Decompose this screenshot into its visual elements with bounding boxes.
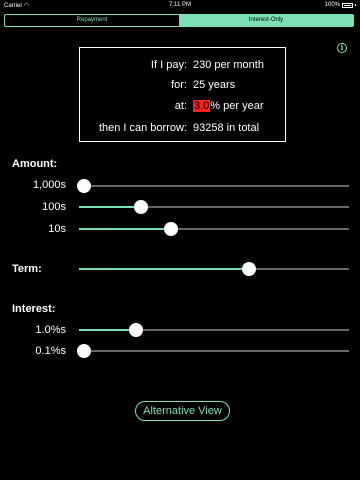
for-label: for: <box>171 79 187 91</box>
term-heading: Term: <box>12 263 42 275</box>
amount-tens-slider[interactable] <box>79 222 349 236</box>
tab-interest-only[interactable]: Interest-Only <box>179 15 353 26</box>
pay-value: 230 per month <box>193 59 264 71</box>
interest-whole-label: 1.0%s <box>35 324 66 336</box>
battery-icon <box>342 2 353 8</box>
status-right: 100% <box>325 2 356 8</box>
slider-thumb[interactable] <box>242 262 256 276</box>
amount-heading: Amount: <box>12 158 58 170</box>
pay-label: If I pay: <box>150 59 187 71</box>
borrow-value: 93258 in total <box>193 122 260 134</box>
slider-fill <box>79 228 171 230</box>
interest-whole-slider[interactable] <box>79 323 349 337</box>
status-bar: Carrier ◠ 7:11 PM 100% <box>0 0 360 11</box>
interest-tenths-slider[interactable] <box>77 344 349 358</box>
summary-row-term: for: 25 years <box>80 79 285 93</box>
amount-hundreds-slider[interactable] <box>79 200 349 214</box>
at-label: at: <box>174 100 187 112</box>
amount-thousands-slider[interactable] <box>77 179 349 193</box>
slider-track <box>79 350 349 352</box>
slider-fill <box>79 329 136 331</box>
slider-thumb[interactable] <box>129 323 143 337</box>
amount-tens-label: 10s <box>48 223 66 235</box>
amount-hundreds-label: 100s <box>42 201 66 213</box>
for-value: 25 years <box>193 79 236 91</box>
amount-thousands-label: 1,000s <box>32 179 66 191</box>
rate-unit: % per year <box>210 100 264 112</box>
summary-row-rate: at: 3.0% per year <box>80 100 285 114</box>
slider-fill <box>79 206 141 208</box>
battery-tip <box>355 4 356 6</box>
term-slider[interactable] <box>79 262 349 276</box>
tab-repayment[interactable]: Repayment <box>5 15 179 26</box>
summary-box: If I pay: 230 per month for: 25 years at… <box>79 47 286 142</box>
rate-value-group: 3.0% per year <box>193 100 264 112</box>
borrow-label: then I can borrow: <box>98 122 187 134</box>
interest-heading: Interest: <box>12 303 56 315</box>
slider-track <box>79 185 349 187</box>
summary-row-borrow: then I can borrow: 93258 in total <box>80 122 285 136</box>
slider-thumb[interactable] <box>134 200 148 214</box>
slider-thumb[interactable] <box>164 222 178 236</box>
slider-thumb[interactable] <box>77 344 91 358</box>
clock: 7:11 PM <box>169 2 191 8</box>
summary-row-pay: If I pay: 230 per month <box>80 59 285 73</box>
mode-segmented-control: Repayment Interest-Only <box>4 14 354 27</box>
rate-value: 3.0 <box>193 100 211 112</box>
interest-tenths-label: 0.1%s <box>35 345 66 357</box>
battery-label: 100% <box>324 2 340 8</box>
slider-thumb[interactable] <box>77 179 91 193</box>
info-icon[interactable]: i <box>337 43 347 53</box>
alternative-view-button[interactable]: Alternative View <box>135 401 230 421</box>
slider-fill <box>79 268 249 270</box>
